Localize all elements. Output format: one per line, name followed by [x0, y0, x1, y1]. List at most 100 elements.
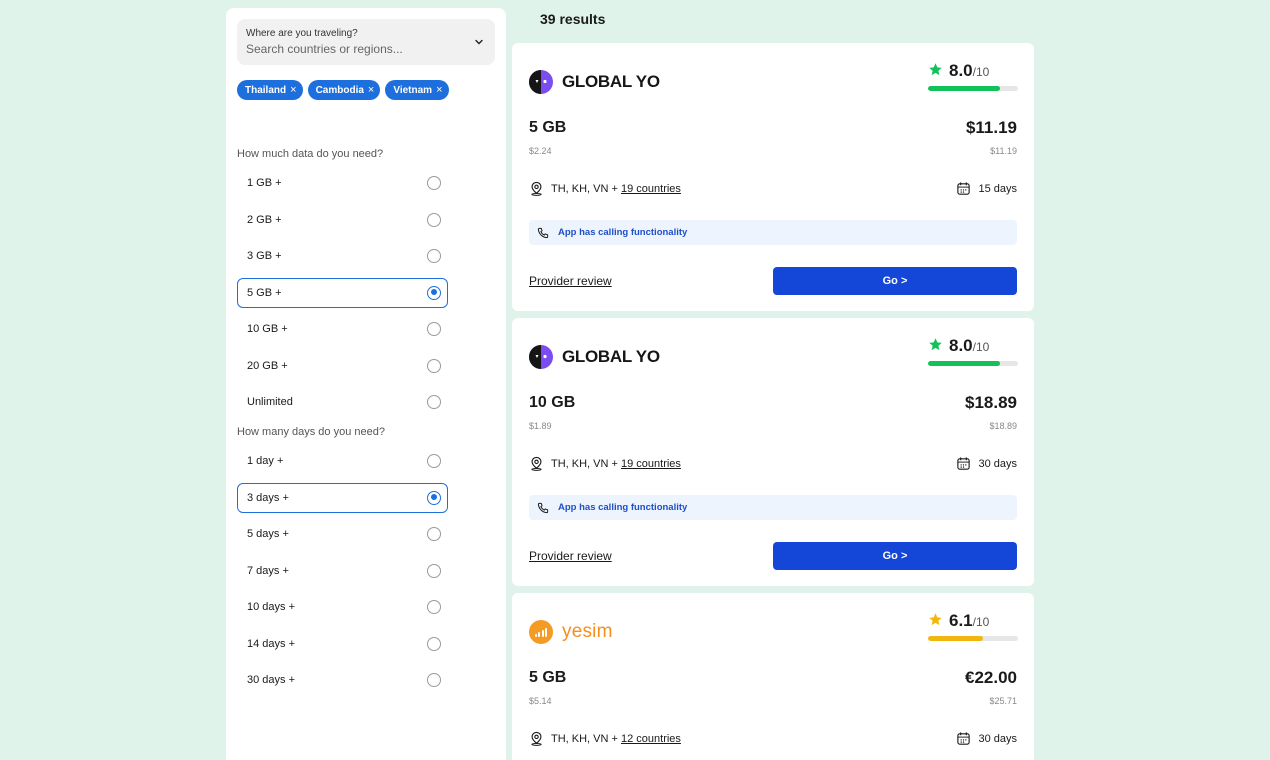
rating-bar: [928, 636, 1018, 641]
radio-button[interactable]: [427, 395, 441, 409]
globalyo-logo: [529, 70, 553, 94]
radio-button[interactable]: [427, 322, 441, 336]
data-option[interactable]: 3 GB +: [237, 241, 448, 271]
price-converted: $11.19: [990, 146, 1017, 156]
option-label: 20 GB +: [247, 359, 288, 372]
close-icon[interactable]: ×: [368, 84, 374, 96]
go-button[interactable]: Go >: [773, 542, 1017, 570]
price: $18.89: [965, 393, 1017, 412]
go-button[interactable]: Go >: [773, 267, 1017, 295]
feature-label: App has calling functionality: [558, 502, 688, 513]
country-chip-vietnam[interactable]: Vietnam ×: [385, 80, 449, 100]
duration-label: 15 days: [978, 182, 1017, 195]
chip-label: Thailand: [245, 84, 287, 96]
country-codes: TH, KH, VN +: [551, 182, 621, 195]
star-icon: [929, 338, 942, 351]
option-label: Unlimited: [247, 396, 293, 408]
data-option[interactable]: Unlimited: [237, 387, 448, 417]
provider-review-link[interactable]: Provider review: [529, 549, 612, 563]
radio-button[interactable]: [427, 636, 441, 651]
provider-review-link[interactable]: Provider review: [529, 274, 612, 288]
option-label: 10 days +: [247, 601, 296, 613]
data-amount: 5 GB: [529, 119, 567, 136]
provider-brand: GLOBAL YO: [529, 70, 660, 94]
radio-button[interactable]: [427, 490, 441, 505]
price: €22.00: [965, 668, 1017, 687]
duration: 15 days: [956, 181, 1017, 196]
radio-button[interactable]: [427, 285, 441, 300]
country-chip-thailand[interactable]: Thailand ×: [237, 80, 303, 100]
days-option[interactable]: 1 day +: [237, 446, 448, 476]
search-input[interactable]: Search countries or regions...: [246, 42, 495, 56]
radio-button[interactable]: [427, 600, 441, 614]
countries-link[interactable]: 19 countries: [621, 458, 681, 470]
price-converted: $25.71: [989, 696, 1017, 706]
destination-search[interactable]: Where are you traveling? Search countrie…: [237, 19, 495, 65]
option-label: 3 GB +: [247, 250, 282, 262]
rating-bar-fill: [928, 361, 1000, 366]
provider-name: yesim: [562, 621, 613, 642]
data-option[interactable]: 2 GB +: [237, 205, 448, 235]
coverage: TH, KH, VN + 19 countries: [529, 181, 681, 196]
days-filter-title: How many days do you need?: [237, 426, 385, 438]
days-option[interactable]: 10 days +: [237, 592, 448, 622]
data-option-selected[interactable]: 5 GB +: [237, 277, 448, 308]
option-label: 30 days +: [247, 674, 296, 686]
close-icon[interactable]: ×: [436, 84, 442, 96]
radio-button[interactable]: [427, 358, 441, 373]
countries-link[interactable]: 12 countries: [621, 733, 681, 745]
radio-button[interactable]: [427, 212, 441, 227]
radio-button[interactable]: [427, 176, 441, 190]
duration: 30 days: [956, 731, 1017, 746]
coverage: TH, KH, VN + 12 countries: [529, 731, 681, 746]
rating: 6.1/10: [928, 611, 1018, 641]
price-per-gb: $5.14: [529, 696, 552, 706]
days-option[interactable]: 7 days +: [237, 556, 448, 586]
days-filter-options: 1 day + 3 days + 5 days + 7 days + 10 da…: [237, 446, 448, 702]
rating-score: 8.0: [949, 61, 973, 80]
price-per-gb: $1.89: [529, 421, 552, 431]
rating-max: /10: [972, 340, 990, 354]
radio-button[interactable]: [427, 454, 441, 468]
option-label: 7 days +: [247, 564, 289, 577]
countries-link[interactable]: 19 countries: [621, 183, 681, 195]
filter-sidebar: Where are you traveling? Search countrie…: [226, 8, 506, 760]
calendar-icon: [957, 457, 971, 470]
duration-label: 30 days: [978, 457, 1017, 470]
radio-button[interactable]: [427, 249, 441, 263]
country-chip-cambodia[interactable]: Cambodia ×: [307, 80, 381, 100]
data-option[interactable]: 1 GB +: [237, 168, 448, 198]
close-icon[interactable]: ×: [290, 84, 296, 96]
data-option[interactable]: 20 GB +: [237, 351, 448, 381]
days-option[interactable]: 30 days +: [237, 665, 448, 695]
rating: 8.0/10: [928, 336, 1018, 366]
data-amount: 5 GB: [529, 669, 567, 686]
rating-max: /10: [972, 615, 990, 629]
radio-button[interactable]: [427, 673, 441, 687]
option-label: 2 GB +: [247, 213, 282, 226]
duration: 30 days: [956, 456, 1017, 471]
search-label: Where are you traveling?: [246, 28, 358, 39]
radio-button[interactable]: [427, 527, 441, 541]
country-codes: TH, KH, VN +: [551, 732, 621, 745]
radio-button[interactable]: [427, 563, 441, 578]
option-label: 1 GB +: [247, 177, 282, 189]
phone-icon: [537, 227, 549, 238]
data-filter-options: 1 GB + 2 GB + 3 GB + 5 GB + 10 GB + 20 G…: [237, 168, 448, 424]
coverage: TH, KH, VN + 19 countries: [529, 456, 681, 471]
data-option[interactable]: 10 GB +: [237, 314, 448, 344]
rating-bar-fill: [928, 636, 983, 641]
price-per-gb: $2.24: [529, 146, 552, 156]
days-option-selected[interactable]: 3 days +: [237, 482, 448, 513]
calling-feature-badge: App has calling functionality: [529, 495, 1017, 520]
option-label: 5 days +: [247, 528, 289, 540]
chip-label: Vietnam: [393, 84, 433, 96]
provider-name: GLOBAL YO: [562, 347, 660, 366]
days-option[interactable]: 14 days +: [237, 629, 448, 659]
rating-bar: [928, 361, 1018, 366]
location-pin-icon: [531, 731, 542, 746]
results-count: 39 results: [540, 11, 606, 27]
days-option[interactable]: 5 days +: [237, 519, 448, 549]
location-pin-icon: [531, 181, 542, 196]
chevron-down-icon[interactable]: [474, 37, 484, 47]
